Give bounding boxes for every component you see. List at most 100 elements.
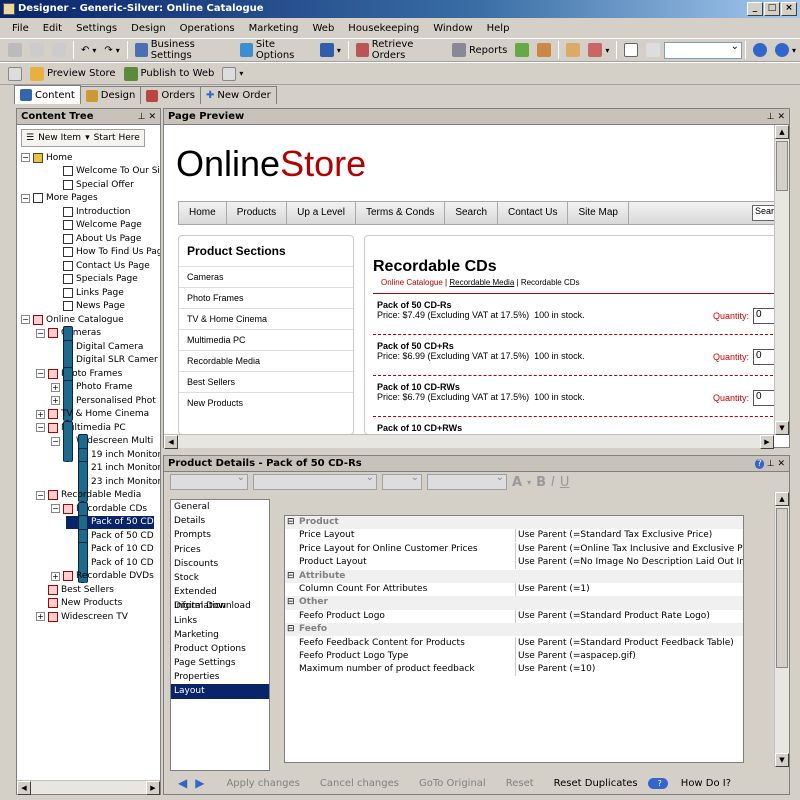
dropdown-arrow-icon[interactable]: ▾ — [527, 478, 531, 487]
grid-category[interactable]: ⊟ Other — [285, 596, 743, 610]
business-settings-button[interactable]: Business Settings — [131, 39, 236, 61]
refresh-button[interactable] — [4, 64, 26, 84]
underline-button[interactable]: U — [560, 475, 570, 490]
section-link[interactable]: Recordable Media — [179, 350, 353, 371]
expand-icon[interactable]: + — [51, 382, 60, 392]
preview-store-button[interactable]: Preview Store — [26, 64, 120, 84]
detail-section-item[interactable]: Stock — [171, 571, 269, 585]
tree-node[interactable]: − Online Catalogue — [21, 313, 124, 326]
tree-hscroll[interactable]: ◀ ▶ — [17, 780, 160, 795]
package-button[interactable] — [533, 40, 555, 60]
scroll-thumb[interactable] — [776, 508, 788, 668]
undo-button[interactable]: ↶ ▾ — [77, 40, 100, 60]
grid-row[interactable]: Feefo Product Logo Use Parent (=Standard … — [285, 609, 743, 623]
scroll-down-button[interactable]: ▼ — [775, 753, 789, 767]
product-name[interactable]: Pack of 50 CD+Rs — [377, 341, 454, 351]
section-link[interactable]: Cameras — [179, 266, 353, 287]
grid-row[interactable]: Feefo Product Logo Type Use Parent (=aspa… — [285, 650, 743, 663]
scroll-left-button[interactable]: ◀ — [17, 781, 31, 795]
property-value[interactable]: Use Parent (=aspacep.gif) — [515, 650, 743, 663]
new-item-button[interactable]: New Item — [38, 133, 81, 143]
product-name[interactable]: Pack of 10 CD-RWs — [377, 382, 460, 392]
publish-to-web-button[interactable]: Publish to Web — [120, 64, 219, 84]
product-name[interactable]: Pack of 10 CD+RWs — [377, 423, 462, 433]
breadcrumb-link[interactable]: Recordable Media — [449, 278, 514, 287]
close-icon[interactable]: ✕ — [777, 112, 785, 122]
tree-node[interactable]: − Recordable CDs — [51, 502, 147, 515]
grid-row[interactable]: Price Layout Use Parent (=Standard Tax Ex… — [285, 529, 743, 543]
detail-section-item[interactable]: Product Options — [171, 642, 269, 656]
menu-help[interactable]: Help — [481, 23, 518, 34]
collapse-icon[interactable]: − — [36, 369, 45, 378]
reset-duplicates-button[interactable]: Reset Duplicates — [544, 778, 648, 789]
tree-node[interactable]: − Photo Frames — [36, 367, 122, 380]
detail-section-item[interactable]: Digital Download — [171, 599, 269, 613]
quantity-input[interactable]: 0 — [753, 308, 774, 324]
export-button[interactable] — [511, 40, 533, 60]
tree-node[interactable]: Digital SLR Camer — [51, 339, 158, 381]
menu-design[interactable]: Design — [125, 23, 174, 34]
redo-button[interactable]: ↷ ▾ — [100, 40, 123, 60]
cancel-changes-button[interactable]: Cancel changes — [310, 778, 409, 789]
find-button[interactable] — [642, 40, 664, 60]
grid-row[interactable]: Column Count For Attributes Use Parent (=… — [285, 583, 743, 596]
preview-hscroll[interactable]: ◀ ▶ — [164, 434, 774, 449]
tree-node[interactable]: Welcome Page — [51, 219, 142, 232]
dropdown-arrow-icon[interactable]: ▾ — [85, 133, 90, 143]
save-button[interactable]: ▾ — [316, 40, 345, 60]
section-link[interactable]: Multimedia PC — [179, 329, 353, 350]
property-value[interactable]: Use Parent (=Standard Tax Exclusive Pric… — [515, 529, 743, 543]
reports-button[interactable]: Reports — [448, 40, 511, 60]
cut-button[interactable] — [4, 40, 26, 60]
collapse-icon[interactable]: ⊟ — [287, 516, 295, 529]
scroll-down-button[interactable]: ▼ — [775, 421, 789, 435]
info-button[interactable] — [749, 40, 771, 60]
tree-node[interactable]: Best Sellers — [36, 583, 114, 596]
tree-node[interactable]: + TV & Home Cinema — [36, 408, 149, 421]
nav-contact-us[interactable]: Contact Us — [498, 202, 569, 224]
nav-site-map[interactable]: Site Map — [568, 202, 629, 224]
menu-web[interactable]: Web — [306, 23, 342, 34]
expand-icon[interactable]: + — [51, 571, 60, 581]
start-here-button[interactable]: Start Here — [94, 133, 140, 143]
property-value[interactable]: Use Parent (=Online Tax Inclusive and Ex… — [515, 542, 743, 556]
tree-node[interactable]: New Products — [36, 597, 122, 610]
tree-node[interactable]: + Personalised Phot — [51, 380, 156, 421]
tree-node[interactable]: Contact Us Page — [51, 259, 150, 272]
copy-button[interactable] — [26, 40, 48, 60]
pin-icon[interactable]: ⊥ — [767, 459, 775, 469]
tree-node[interactable]: − More Pages — [21, 192, 98, 205]
collapse-icon[interactable]: − — [21, 153, 30, 162]
tree-node[interactable]: Specials Page — [51, 273, 138, 286]
paste-button[interactable] — [48, 40, 70, 60]
close-button[interactable]: × — [781, 2, 797, 16]
menu-marketing[interactable]: Marketing — [243, 23, 307, 34]
expand-icon[interactable]: + — [36, 612, 45, 621]
reset-button[interactable]: Reset — [496, 778, 544, 789]
collapse-icon[interactable]: − — [21, 315, 30, 324]
tree-node[interactable]: 23 inch Monitor — [66, 461, 160, 502]
grid-row[interactable]: Product Layout Use Parent (=No Image No D… — [285, 556, 743, 570]
nav-home[interactable]: Home — [179, 202, 227, 224]
site-options-button[interactable]: Site Options — [236, 39, 316, 61]
detail-section-item[interactable]: Links — [171, 614, 269, 628]
tree-node[interactable]: Links Page — [51, 286, 124, 299]
detail-section-item[interactable]: Extended Information — [171, 585, 269, 611]
publish-options-button[interactable]: ▾ — [218, 64, 247, 84]
quantity-input[interactable]: 0 — [753, 349, 774, 365]
color-combo[interactable] — [427, 472, 507, 490]
tree-node[interactable]: − Widescreen Multi — [51, 420, 153, 462]
pin-icon[interactable]: ⊥ — [138, 112, 146, 122]
section-link[interactable]: Best Sellers — [179, 371, 353, 392]
apply-changes-button[interactable]: Apply changes — [216, 778, 309, 789]
nav-search[interactable]: Search — [445, 202, 499, 224]
bold-button[interactable]: B — [536, 475, 546, 490]
tab-design[interactable]: Design — [79, 86, 142, 104]
how-do-i-button[interactable]: ? How Do I? — [647, 777, 741, 789]
detail-section-item[interactable]: Layout — [171, 684, 269, 699]
section-link[interactable]: Photo Frames — [179, 287, 353, 308]
nav-up-a-level[interactable]: Up a Level — [287, 202, 356, 224]
property-value[interactable]: Use Parent (=1) — [515, 583, 743, 596]
tree-node[interactable]: Pack of 10 CD — [66, 542, 154, 583]
font-size-combo[interactable] — [382, 472, 422, 490]
